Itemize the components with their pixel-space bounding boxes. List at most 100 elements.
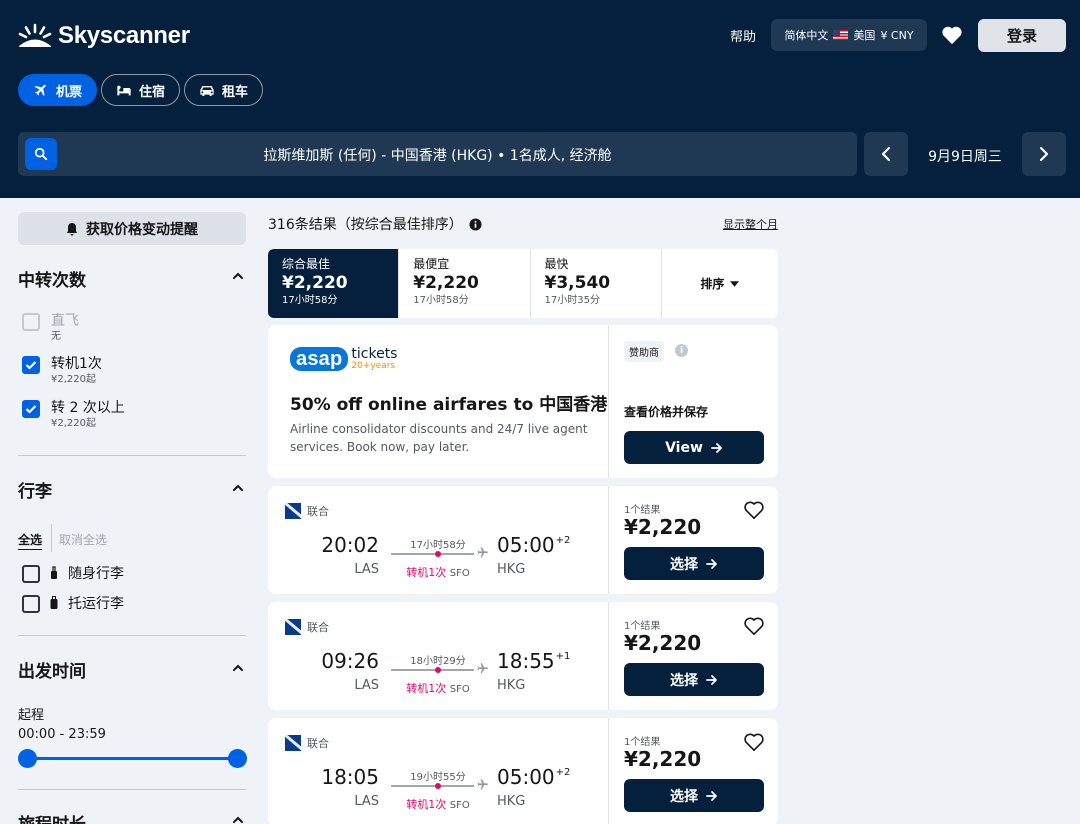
stop-airport: SFO [449, 684, 470, 695]
chevron-left-icon [881, 146, 891, 162]
chevron-up-icon[interactable] [232, 664, 244, 672]
show-whole-month-link[interactable]: 显示整个月 [723, 216, 778, 232]
flight-result-card[interactable]: 联合 20:02 LAS 17小时58分 转机1次 SFO 05:00+2 HK… [268, 486, 778, 594]
price-alert-button[interactable]: 获取价格变动提醒 [18, 212, 246, 245]
sunrise-logo-icon [18, 23, 52, 47]
arrival-time: 05:00+2 [497, 533, 570, 557]
search-summary-bar[interactable]: 拉斯维加斯 (任何) - 中国香港 (HKG) • 1名成人, 经济舱 [18, 132, 857, 176]
top-header: Skyscanner 帮助 简体中文 美国 ¥ CNY 登录 机票 住宿 租车 … [0, 0, 1080, 198]
plane-icon [477, 663, 488, 674]
checkbox-direct[interactable] [22, 313, 40, 331]
info-icon[interactable] [469, 217, 482, 231]
asap-tickets-logo: asap tickets 20+years [290, 347, 397, 371]
product-tabs: 机票 住宿 租车 [18, 74, 264, 106]
tab-cars-label: 租车 [222, 84, 249, 100]
result-count: 1个结果 [624, 737, 661, 748]
baggage-option-checked[interactable]: 托运行李 [22, 593, 124, 613]
bell-icon [67, 222, 77, 235]
departure-section-title: 出发时间 [18, 662, 86, 682]
saved-heart-icon[interactable] [941, 25, 963, 49]
plane-icon [477, 779, 488, 790]
clear-all-link[interactable]: 取消全选 [59, 531, 107, 548]
stops-option-two-plus[interactable]: 转 2 次以上 ¥2,220起 [22, 399, 125, 431]
sort-tab-label: 最快 [544, 257, 569, 271]
next-date-button[interactable] [1022, 132, 1066, 176]
option-label: 直飞 [51, 313, 79, 329]
previous-date-button[interactable] [864, 132, 908, 176]
airline-name: 联合 [307, 505, 329, 518]
sponsored-ad-card[interactable]: asap tickets 20+years 50% off online air… [268, 325, 778, 478]
sort-tab-price: ¥2,220 [282, 273, 348, 293]
price-column: 1个结果 ¥2,220 选择 [608, 718, 778, 824]
departure-slider-track[interactable] [27, 757, 237, 760]
sort-tab-best[interactable]: 综合最佳 ¥2,220 17小时58分 [268, 249, 400, 318]
selected-date[interactable]: 9月9日周三 [914, 146, 1016, 166]
slider-handle-min[interactable] [17, 749, 37, 768]
heart-icon[interactable] [743, 732, 765, 752]
route-line [391, 669, 474, 671]
sort-tab-fastest[interactable]: 最快 ¥3,540 17小时35分 [531, 249, 662, 318]
arrival-airport: HKG [497, 794, 526, 809]
car-icon [200, 86, 214, 96]
results-count-text: 316条结果（按综合最佳排序） [268, 217, 463, 233]
stops-option-one-stop[interactable]: 转机1次 ¥2,220起 [22, 355, 102, 387]
locale-button[interactable]: 简体中文 美国 ¥ CNY [771, 19, 927, 51]
checkbox-two-plus[interactable] [22, 400, 40, 418]
select-button-label: 选择 [670, 556, 698, 573]
tab-flights[interactable]: 机票 [18, 74, 98, 106]
chevron-up-icon[interactable] [232, 272, 244, 280]
checkbox-one-stop[interactable] [22, 356, 40, 374]
select-flight-button[interactable]: 选择 [624, 663, 764, 696]
chevron-right-icon [1039, 146, 1049, 162]
flight-result-card[interactable]: 联合 18:05 LAS 19小时55分 转机1次 SFO 05:00+2 HK… [268, 718, 778, 824]
flight-result-card[interactable]: 联合 09:26 LAS 18小时29分 转机1次 SFO 18:55+1 HK… [268, 602, 778, 710]
select-flight-button[interactable]: 选择 [624, 547, 764, 580]
search-summary-text: 拉斯维加斯 (任何) - 中国香港 (HKG) • 1名成人, 经济舱 [263, 148, 612, 164]
tab-cars[interactable]: 租车 [184, 74, 264, 106]
departure-airport: LAS [354, 678, 379, 693]
departure-range: 00:00 - 23:59 [18, 727, 106, 742]
baggage-option-carry-on[interactable]: 随身行李 [22, 563, 124, 583]
sort-dropdown-label: 排序 [700, 277, 725, 291]
price-column: 1个结果 ¥2,220 选择 [608, 486, 778, 594]
checkbox-carry-on[interactable] [22, 564, 40, 583]
asap-brand: asap [290, 347, 349, 371]
select-flight-button[interactable]: 选择 [624, 779, 764, 812]
sort-tab-label: 最便宜 [413, 257, 450, 271]
help-link[interactable]: 帮助 [730, 26, 756, 45]
flight-duration: 17小时58分 [410, 540, 466, 551]
sort-dropdown[interactable]: 排序 [662, 249, 778, 318]
stops-option-direct[interactable]: 直飞 无 [22, 312, 79, 344]
arrival-time-value: 05:00 [497, 765, 555, 789]
slider-handle-max[interactable] [227, 749, 247, 768]
arrival-day-offset: +2 [555, 535, 571, 546]
currency-label: ¥ CNY [880, 28, 914, 42]
chevron-up-icon[interactable] [232, 816, 244, 824]
heart-icon[interactable] [743, 500, 765, 520]
duration-section-title: 旅程时长 [18, 810, 86, 824]
departure-airport: LAS [354, 562, 379, 577]
chevron-up-icon[interactable] [232, 484, 244, 492]
price-column: 1个结果 ¥2,220 选择 [608, 602, 778, 710]
arrow-right-icon [706, 558, 717, 569]
arrow-right-icon [706, 790, 717, 801]
ad-description: Airline consolidator discounts and 24/7 … [290, 422, 588, 454]
bed-icon [117, 85, 131, 96]
select-all-link[interactable]: 全选 [18, 531, 43, 550]
tab-hotels[interactable]: 住宿 [101, 74, 181, 106]
ad-view-button[interactable]: View [624, 431, 764, 464]
stop-dot [435, 667, 441, 673]
sort-tab-cheapest[interactable]: 最便宜 ¥2,220 17小时58分 [399, 249, 531, 318]
result-count: 1个结果 [624, 505, 661, 516]
asap-brand-suffix: tickets [351, 346, 398, 362]
sponsor-info-icon[interactable]: i [675, 344, 688, 357]
skyscanner-logo[interactable]: Skyscanner [18, 22, 190, 50]
checkbox-checked-bag[interactable] [22, 594, 40, 613]
sort-tab-duration: 17小时35分 [544, 295, 600, 306]
heart-icon[interactable] [743, 616, 765, 636]
stops-info: 转机1次 SFO [390, 564, 486, 580]
flight-duration: 19小时55分 [410, 772, 466, 783]
login-button[interactable]: 登录 [978, 19, 1066, 52]
region-label: 美国 [853, 29, 876, 42]
ad-title: 50% off online airfares to 中国香港 [290, 395, 608, 415]
